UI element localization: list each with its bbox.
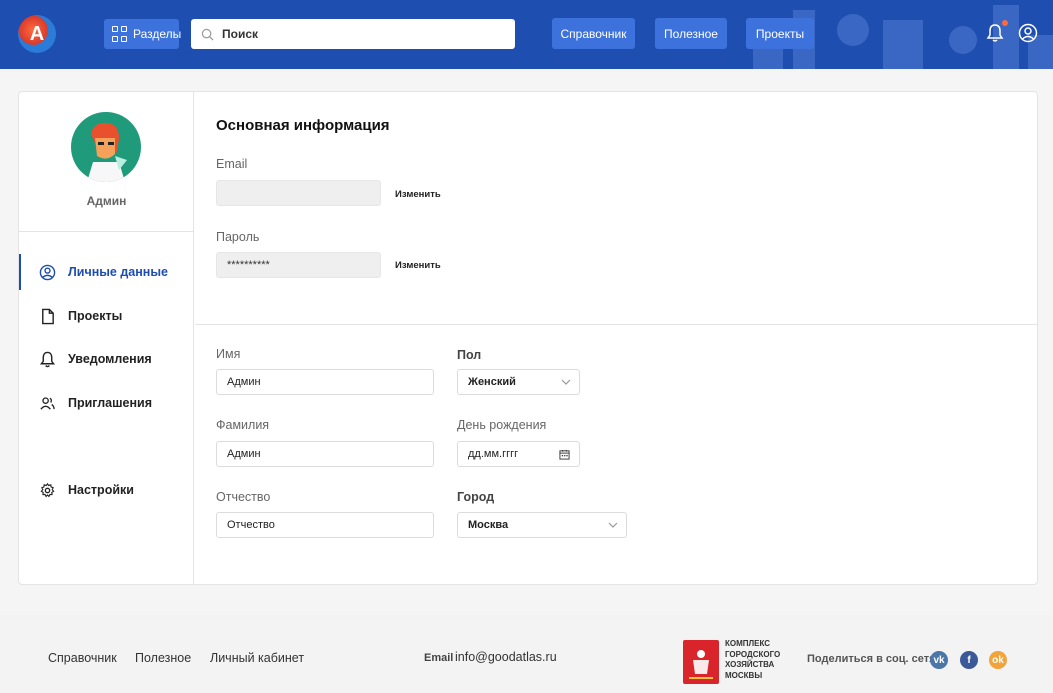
gender-label: Пол [457,348,482,362]
footer-link-reference[interactable]: Справочник [48,651,117,665]
sidebar-item-notifications[interactable]: Уведомления [19,341,194,377]
section-title: Основная информация [216,117,390,134]
sections-button[interactable]: Разделы [104,19,182,49]
chevron-down-icon [608,522,618,528]
facebook-icon[interactable]: f [960,651,978,669]
last-name-label: Фамилия [216,418,270,432]
last-name-input[interactable] [227,448,433,460]
user-circle-icon [1018,23,1038,43]
nav-projects-button[interactable]: Проекты [746,18,814,49]
password-label: Пароль [216,230,260,244]
sidebar-item-label: Приглашения [68,396,152,410]
footer: Справочник Полезное Личный кабинет Email… [0,615,1053,693]
sidebar-item-label: Настройки [68,483,134,497]
divider [195,324,1038,325]
top-bar: A Разделы Справочник Полезное Проекты [0,0,1053,69]
nav-reference-button[interactable]: Справочник [552,18,635,49]
search-icon [201,28,214,40]
share-label: Поделиться в соц. сетях [807,653,942,665]
footer-email-link[interactable]: info@goodatlas.ru [455,650,557,664]
vk-icon[interactable]: vk [930,651,948,669]
profile-card: Админ Личные данные Проекты Уведомления [18,91,1038,585]
chevron-down-icon [561,379,571,385]
city-value: Москва [468,519,509,531]
gender-value: Женский [468,376,516,388]
sidebar-item-label: Уведомления [68,352,152,366]
first-name-input[interactable] [227,376,433,388]
search-box[interactable] [191,19,515,49]
first-name-label: Имя [216,347,241,361]
change-password-link[interactable]: Изменить [395,260,441,271]
document-icon [42,308,54,324]
birthday-field[interactable] [457,441,580,467]
search-input[interactable] [222,27,502,41]
profile-sidebar: Админ Личные данные Проекты Уведомления [19,92,194,584]
gender-select[interactable]: Женский [457,369,580,395]
notification-dot [1002,20,1008,26]
sections-label: Разделы [133,27,182,41]
moscow-coat-of-arms-icon [683,640,719,684]
patronymic-label: Отчество [216,490,271,504]
footer-email-label: Email [424,652,454,664]
last-name-field[interactable] [216,441,434,467]
user-circle-icon [39,264,56,280]
password-field: ********** [216,252,381,278]
first-name-field[interactable] [216,369,434,395]
patronymic-field[interactable] [216,512,434,538]
change-email-link[interactable]: Изменить [395,189,441,200]
birthday-label: День рождения [457,418,547,432]
profile-main: Основная информация Email Изменить Парол… [195,92,1038,584]
calendar-icon[interactable] [559,449,570,460]
sidebar-item-label: Личные данные [68,265,168,279]
footer-link-useful[interactable]: Полезное [135,651,191,665]
sidebar-item-projects[interactable]: Проекты [19,298,194,334]
notifications-button[interactable] [986,20,1008,45]
sidebar-item-personal-data[interactable]: Личные данные [19,254,194,290]
grid-icon [112,26,127,42]
profile-name: Админ [86,194,127,208]
bell-icon [39,351,56,367]
app-logo[interactable]: A [18,15,56,53]
bell-icon [986,24,1004,42]
gear-icon [40,482,55,497]
birthday-input[interactable] [468,448,553,460]
sidebar-item-label: Проекты [68,309,123,323]
divider [19,231,194,232]
avatar [71,112,141,182]
account-button[interactable] [1018,23,1040,45]
city-select[interactable]: Москва [457,512,627,538]
complex-logo-text: КОМПЛЕКС ГОРОДСКОГО ХОЗЯЙСТВА МОСКВЫ [725,639,781,680]
sidebar-item-settings[interactable]: Настройки [19,472,194,508]
users-icon [40,396,55,410]
logo-letter: A [29,22,45,45]
footer-link-account[interactable]: Личный кабинет [210,651,304,665]
odnoklassniki-icon[interactable]: ok [989,651,1007,669]
city-label: Город [457,490,495,504]
email-field [216,180,381,206]
sidebar-item-invitations[interactable]: Приглашения [19,385,194,421]
email-label: Email [216,157,248,171]
patronymic-input[interactable] [227,519,433,531]
nav-useful-button[interactable]: Полезное [655,18,727,49]
